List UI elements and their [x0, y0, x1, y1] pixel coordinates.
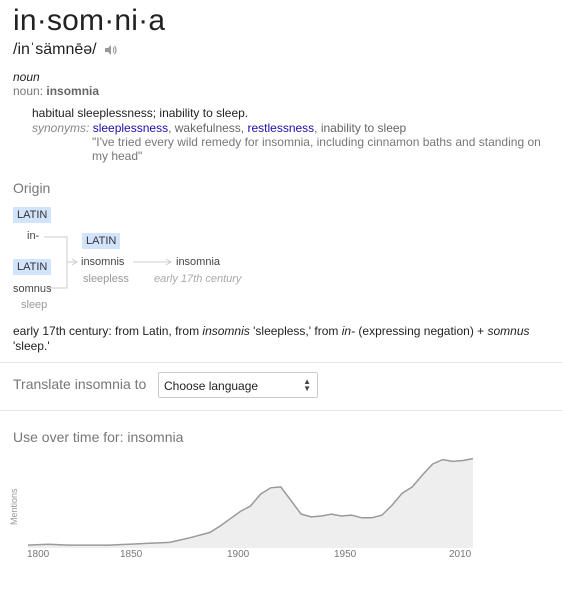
x-tick-2010: 2010: [449, 549, 472, 560]
x-tick-1950: 1950: [334, 549, 357, 560]
x-tick-1900: 1900: [227, 549, 250, 560]
x-tick-1800: 1800: [27, 549, 50, 560]
usage-chart: [27, 457, 474, 548]
usage-area: [28, 458, 473, 546]
x-tick-1850: 1850: [120, 549, 143, 560]
